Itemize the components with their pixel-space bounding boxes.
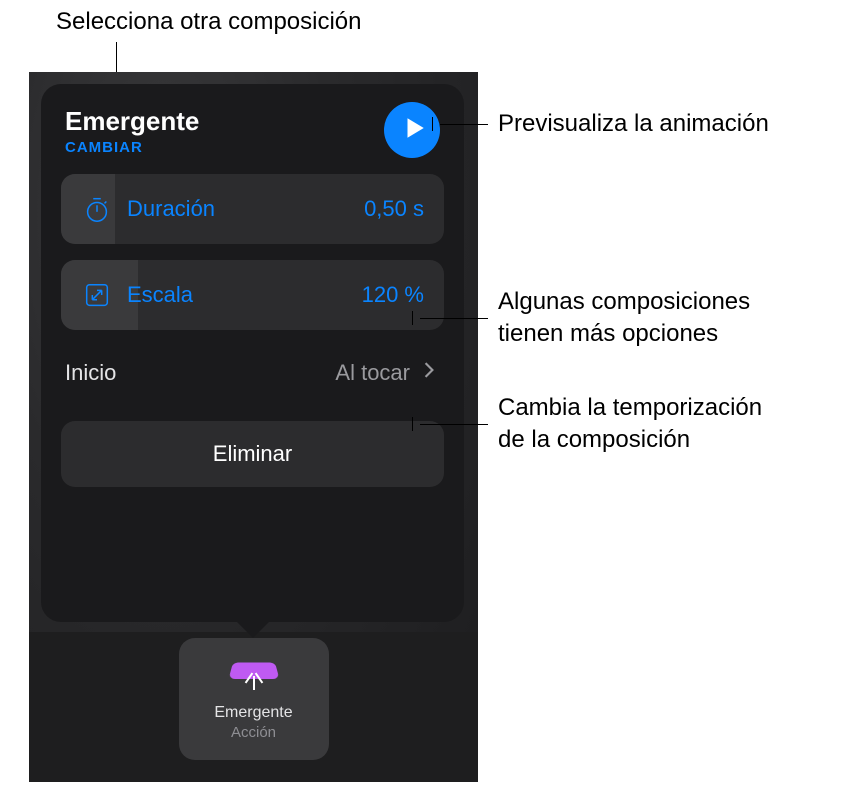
- duration-slider[interactable]: Duración 0,50 s: [61, 174, 444, 244]
- start-timing-row[interactable]: Inicio Al tocar: [61, 346, 444, 399]
- scale-value: 120 %: [362, 282, 424, 308]
- callout-preview: Previsualiza la animación: [498, 108, 769, 140]
- delete-button[interactable]: Eliminar: [61, 421, 444, 487]
- callout-text-line1: Cambia la temporización: [498, 394, 762, 421]
- thumb-subtitle: Acción: [231, 724, 276, 741]
- thumb-title: Emergente: [214, 704, 292, 722]
- callout-text: Previsualiza la animación: [498, 110, 769, 137]
- callout-more-options: Algunas composiciones tienen más opcione…: [498, 286, 750, 351]
- callout-text-line2: de la composición: [498, 426, 690, 453]
- stopwatch-icon: [81, 194, 113, 224]
- delete-label: Eliminar: [213, 441, 292, 467]
- start-label: Inicio: [65, 360, 116, 386]
- duration-label: Duración: [127, 196, 215, 222]
- chevron-right-icon: [422, 358, 436, 387]
- change-build-button[interactable]: CAMBIAR: [65, 139, 199, 156]
- panel-header: Emergente CAMBIAR: [61, 106, 444, 158]
- app-background: Emergente CAMBIAR Duración 0,50: [29, 72, 478, 782]
- callout-text-line1: Algunas composiciones: [498, 288, 750, 315]
- scale-label: Escala: [127, 282, 193, 308]
- play-icon: [397, 115, 427, 146]
- start-value: Al tocar: [335, 360, 410, 386]
- build-thumbnail[interactable]: Emergente Acción: [179, 638, 329, 760]
- scale-slider[interactable]: Escala 120 %: [61, 260, 444, 330]
- scale-icon: [81, 280, 113, 310]
- callout-text-line2: tienen más opciones: [498, 320, 718, 347]
- callout-select-other: Selecciona otra composición: [56, 6, 362, 38]
- pop-icon: [227, 658, 281, 698]
- build-options-panel: Emergente CAMBIAR Duración 0,50: [41, 84, 464, 622]
- panel-title: Emergente: [65, 106, 199, 137]
- callout-timing: Cambia la temporización de la composició…: [498, 392, 762, 457]
- callout-text: Selecciona otra composición: [56, 8, 362, 35]
- duration-value: 0,50 s: [364, 196, 424, 222]
